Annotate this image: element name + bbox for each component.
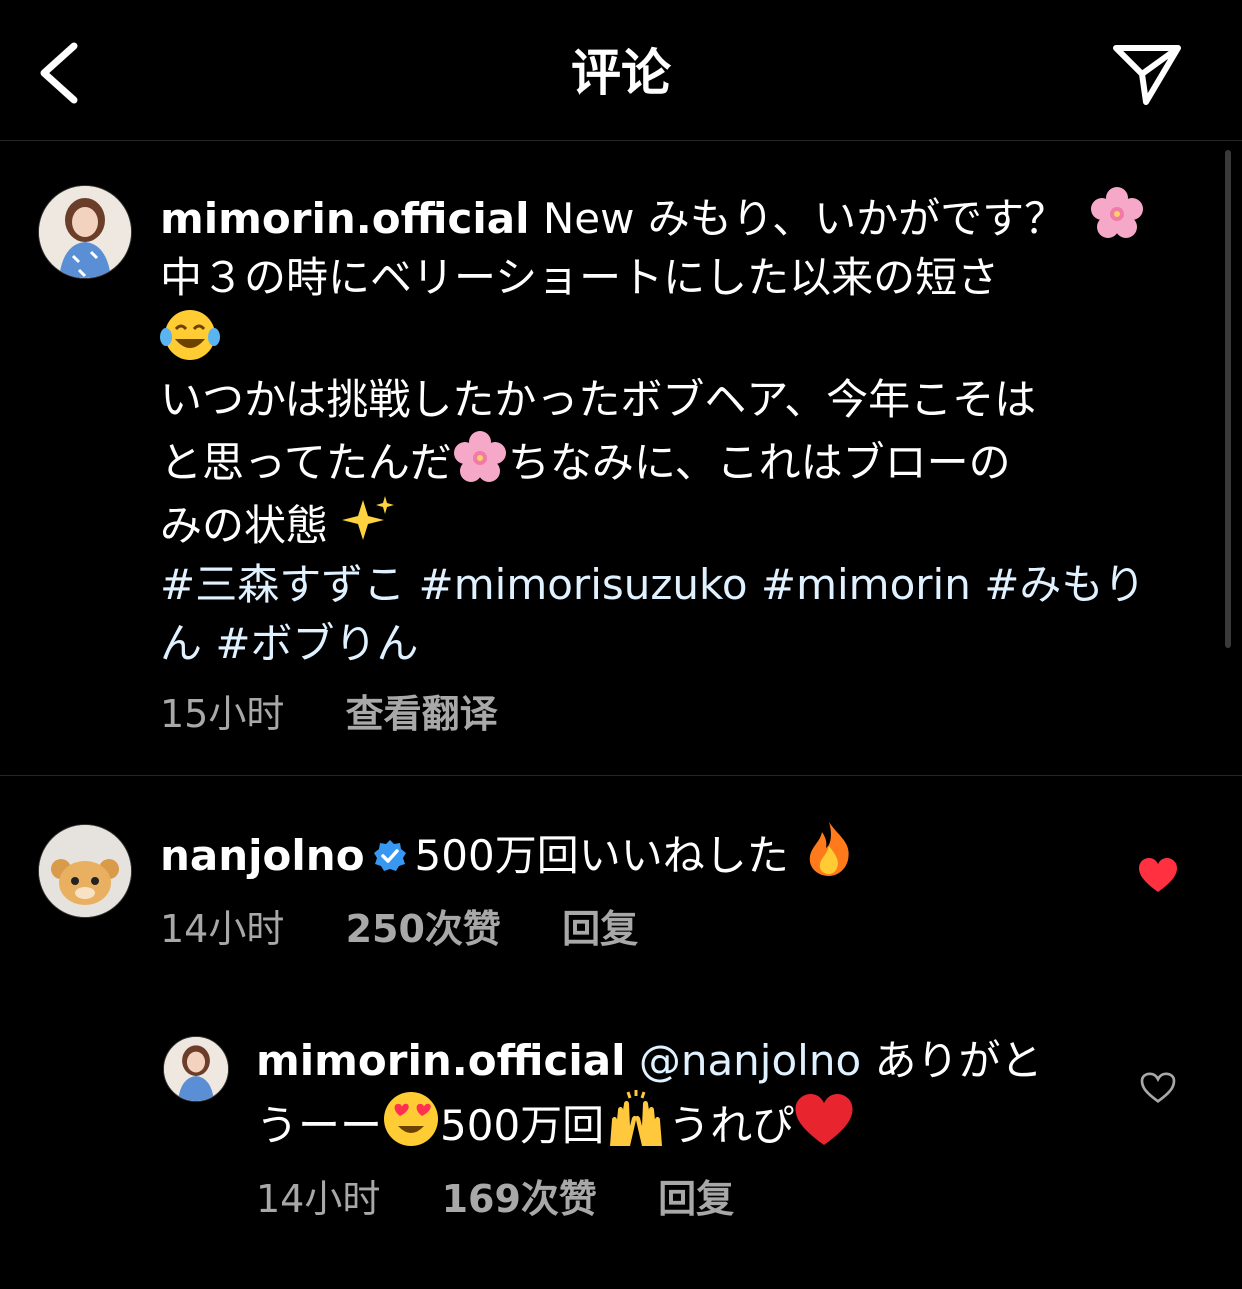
reply-meta: 14小时 169次赞 回复: [256, 1168, 782, 1223]
heart-filled-icon[interactable]: [1138, 858, 1178, 894]
avatar[interactable]: [38, 185, 132, 279]
see-translation-button[interactable]: 查看翻译: [346, 692, 498, 736]
caption-text: ちなみに、これはブローの: [507, 438, 1011, 487]
mention[interactable]: @nanjolno: [639, 1036, 861, 1085]
caption-line: みの状態: [160, 492, 1200, 555]
caption-line: と思ってたんだ ちなみに、これはブローの: [160, 429, 1200, 492]
cherry-blossom-emoji: [1091, 187, 1144, 238]
reply-line: mimorin.official @nanjolno ありがと: [256, 1032, 1076, 1090]
divider: [0, 775, 1242, 776]
caption-meta: 15小时 查看翻译: [160, 683, 546, 738]
reply-body: うーー: [256, 1101, 383, 1150]
scrollbar[interactable]: [1225, 150, 1231, 648]
comment-username[interactable]: nanjolno: [160, 831, 365, 880]
avatar[interactable]: [38, 824, 132, 918]
reply-text: mimorin.official @nanjolno ありがと うーー 500万…: [256, 1032, 1076, 1155]
verified-badge-icon: [373, 840, 406, 871]
reply-body: ありがと: [874, 1036, 1043, 1085]
hashtags[interactable]: #三森すずこ #mimorisuzuko #mimorin #みもり: [160, 555, 1200, 614]
heart-eyes-emoji: [384, 1092, 439, 1146]
reply-button[interactable]: 回复: [562, 907, 638, 951]
page-title: 评论: [571, 44, 671, 102]
timestamp: 14小时: [256, 1177, 381, 1221]
reply-line: うーー 500万回 うれぴ: [256, 1090, 1076, 1155]
comment-line: nanjolno 500万回いいねした: [160, 820, 856, 884]
caption-line: いつかは挑戦したかったボブヘア、今年こそは: [160, 375, 1037, 424]
timestamp: 14小时: [160, 907, 285, 951]
caption-line: [160, 307, 1200, 370]
heart-outline-icon[interactable]: [1140, 1072, 1176, 1104]
raising-hands-emoji: [610, 1090, 663, 1146]
caption-username[interactable]: mimorin.official: [160, 194, 529, 243]
caption-text: と思ってたんだ: [160, 438, 452, 487]
reply-body: うれぴ: [668, 1101, 795, 1150]
comment-meta: 14小时 250次赞 回复: [160, 898, 686, 953]
caption-line: mimorin.official New みもり、いかがです？: [160, 185, 1200, 248]
caption-text: New みもり、いかがです？: [542, 194, 1067, 243]
reply-username[interactable]: mimorin.official: [256, 1036, 625, 1085]
avatar[interactable]: [163, 1036, 229, 1102]
top-bar: 评论: [0, 0, 1242, 141]
caption-line: 中３の時にベリーショートにした以来の短さ: [160, 253, 1000, 302]
red-heart-emoji: [795, 1094, 853, 1145]
paper-plane-icon[interactable]: [1108, 38, 1184, 108]
fire-emoji: [809, 822, 849, 876]
sparkles-emoji: [342, 496, 395, 540]
caption-text: みの状態: [160, 501, 329, 550]
reply-body: 500万回: [440, 1101, 605, 1150]
comment-text: 500万回いいねした: [414, 831, 789, 880]
cherry-blossom-emoji: [453, 431, 506, 482]
like-count[interactable]: 169次赞: [442, 1177, 597, 1221]
reply-button[interactable]: 回复: [658, 1177, 734, 1221]
post-caption: mimorin.official New みもり、いかがです？ 中３の時にベリー…: [160, 185, 1200, 673]
hashtags[interactable]: ん #ボブりん: [160, 614, 1200, 673]
tears-of-joy-emoji: [160, 310, 220, 360]
like-count[interactable]: 250次赞: [346, 907, 501, 951]
timestamp: 15小时: [160, 692, 285, 736]
